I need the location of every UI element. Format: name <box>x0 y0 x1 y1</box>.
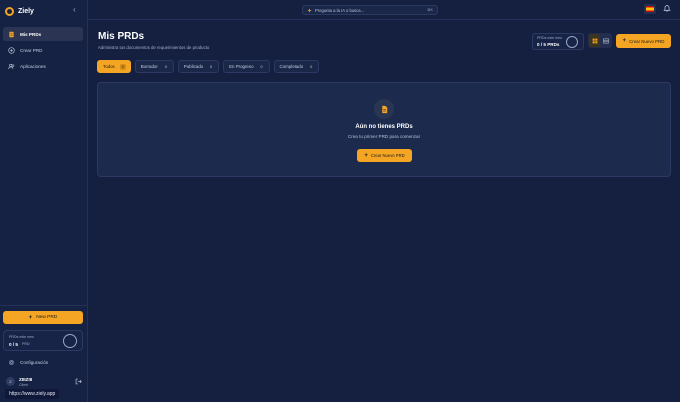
tab-publicado[interactable]: Publicado 0 <box>177 60 220 73</box>
document-icon <box>381 105 387 113</box>
usage-progress-ring <box>63 334 77 348</box>
sidebar-item-label: Aplicaciones <box>20 63 46 69</box>
usage-value: 0 / 5 <box>9 342 18 347</box>
usage-label: PRDs este mes <box>9 335 34 339</box>
collapse-sidebar-icon[interactable]: ‹ <box>73 5 76 14</box>
empty-state-subtitle: Crea tu primer PRD para comenzar <box>347 134 421 139</box>
users-icon <box>8 63 15 69</box>
sidebar-nav: Mis PRDs Crear PRD Aplicaciones <box>3 27 83 75</box>
user-role: Client <box>19 383 29 387</box>
grid-view-button[interactable] <box>589 34 600 47</box>
topbar: Pregunta a la IA o busca... ⌘K <box>88 0 680 20</box>
tab-label: Completado <box>279 64 304 69</box>
empty-state-icon-wrapper <box>374 99 394 119</box>
create-prd-button[interactable]: + Crear Nuevo PRD <box>616 34 671 48</box>
usage-unit: PRD <box>22 342 30 346</box>
sparkle-icon <box>307 7 312 13</box>
list-view-button[interactable] <box>601 34 611 47</box>
brand-name: Ziely <box>18 7 34 15</box>
ziely-logo-icon <box>5 6 14 16</box>
empty-state-create-button[interactable]: + Crear Nuevo PRD <box>357 149 412 162</box>
sidebar-item-label: Mis PRDs <box>20 31 42 37</box>
sidebar-item-mis-prds[interactable]: Mis PRDs <box>3 27 83 41</box>
plus-circle-icon <box>8 46 15 54</box>
search-placeholder: Pregunta a la IA o busca... <box>315 7 365 13</box>
empty-state-card: Aún no tienes PRDs Crea tu primer PRD pa… <box>97 82 671 177</box>
tab-count: 0 <box>119 63 126 70</box>
monthly-usage-label: PRDs este mes <box>537 36 562 40</box>
monthly-usage-card: PRDs este mes 0 / 5 PRDs <box>532 33 584 50</box>
tab-count: 0 <box>260 64 263 69</box>
tab-todos[interactable]: Todos 0 <box>97 60 131 73</box>
tab-count: 0 <box>310 64 313 69</box>
sidebar-item-aplicaciones[interactable]: Aplicaciones <box>3 59 83 73</box>
tab-count: 0 <box>164 64 167 69</box>
search-shortcut: ⌘K <box>427 8 433 12</box>
page-title: Mis PRDs <box>98 31 145 42</box>
status-tabs: Todos 0 Borrador 0 Publicado 0 En Progre… <box>97 60 320 73</box>
list-icon <box>603 38 609 43</box>
spain-flag-icon <box>646 6 654 12</box>
empty-state-button-label: Crear Nuevo PRD <box>370 153 405 158</box>
tab-borrador[interactable]: Borrador 0 <box>134 60 174 73</box>
view-toggle <box>588 33 612 48</box>
tab-en-progreso[interactable]: En Progreso 0 <box>223 60 270 73</box>
usage-progress-ring <box>566 36 578 48</box>
tab-label: Todos <box>103 64 115 69</box>
status-bar-url: https://www.ziely.app <box>5 389 60 399</box>
monthly-usage-value: 0 / 5 PRDs <box>537 42 560 47</box>
new-prd-button[interactable]: + New PRD <box>3 311 83 324</box>
document-icon <box>9 31 14 37</box>
bell-icon[interactable] <box>663 4 671 12</box>
user-name: ZIIIZIII <box>19 377 33 382</box>
brand[interactable]: Ziely <box>5 5 34 17</box>
plus-icon: + <box>28 314 33 321</box>
tab-label: En Progreso <box>229 64 254 69</box>
new-prd-label: New PRD <box>36 315 58 320</box>
tab-count: 0 <box>210 64 213 69</box>
create-prd-label: Crear Nuevo PRD <box>629 38 665 44</box>
settings-label: Configuración <box>20 359 49 365</box>
grid-icon <box>592 38 597 43</box>
search-input[interactable]: Pregunta a la IA o busca... ⌘K <box>302 5 438 15</box>
usage-card: PRDs este mes 0 / 5 PRD <box>3 330 83 351</box>
page-subtitle: Administra tus documentos de requerimien… <box>98 45 210 50</box>
sidebar-item-crear-prd[interactable]: Crear PRD <box>3 43 83 57</box>
tab-label: Borrador <box>140 64 158 69</box>
user-profile[interactable]: Z ZIIIZIII Client <box>3 374 83 390</box>
empty-state-title: Aún no tienes PRDs <box>355 124 413 130</box>
plus-icon: + <box>622 38 627 44</box>
settings-link[interactable]: Configuración <box>3 356 83 368</box>
logout-icon[interactable] <box>75 378 82 385</box>
avatar: Z <box>6 377 15 386</box>
plus-icon: + <box>364 152 368 159</box>
sidebar-item-label: Crear PRD <box>20 47 43 53</box>
tab-label: Publicado <box>183 64 204 69</box>
tab-completado[interactable]: Completado 0 <box>273 60 320 73</box>
gear-icon <box>8 359 15 365</box>
